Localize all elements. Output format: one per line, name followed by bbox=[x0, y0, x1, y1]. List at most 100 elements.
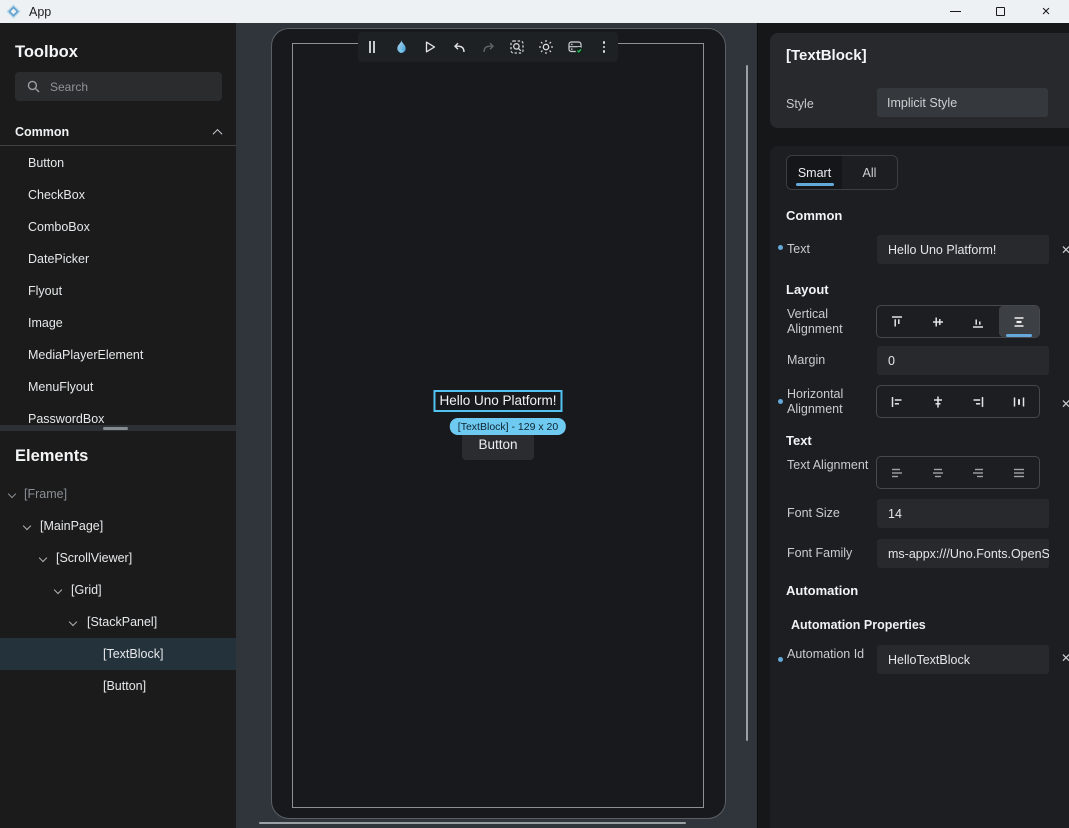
toolbox-item-checkbox[interactable]: CheckBox bbox=[0, 179, 236, 211]
theme-toggle-button[interactable] bbox=[538, 38, 555, 56]
toolbox-list: Button CheckBox ComboBox DatePicker Flyo… bbox=[0, 147, 236, 435]
section-text: Text bbox=[786, 433, 812, 448]
property-row-text: Text bbox=[770, 235, 1069, 264]
halign-stretch-button[interactable] bbox=[999, 386, 1040, 417]
halign-property-options-icon[interactable]: ✕ bbox=[1061, 397, 1069, 411]
toolbox-search[interactable] bbox=[15, 72, 222, 101]
font-family-input[interactable] bbox=[877, 539, 1049, 568]
toolbox-section-common[interactable]: Common bbox=[15, 123, 221, 141]
toolbox-item-menuflyout[interactable]: MenuFlyout bbox=[0, 371, 236, 403]
text-label: Text bbox=[787, 242, 871, 257]
margin-input[interactable] bbox=[877, 346, 1049, 375]
maximize-icon bbox=[996, 7, 1005, 16]
tree-node-frame[interactable]: [Frame] bbox=[0, 478, 236, 510]
window-title: App bbox=[29, 5, 51, 19]
valign-bottom-icon bbox=[970, 314, 986, 330]
theme-sun-icon bbox=[538, 39, 554, 55]
chevron-down-icon[interactable] bbox=[54, 586, 62, 594]
toolbox-scrollbar-thumb[interactable] bbox=[103, 427, 128, 430]
chevron-down-icon[interactable] bbox=[39, 554, 47, 562]
redo-button[interactable] bbox=[480, 38, 497, 56]
tree-node-grid[interactable]: [Grid] bbox=[0, 574, 236, 606]
selected-indicator bbox=[1006, 334, 1032, 337]
text-align-right-button[interactable] bbox=[958, 457, 999, 488]
properties-card: Smart All Common Text Layout Vertical Al… bbox=[770, 146, 1069, 828]
drag-handle[interactable] bbox=[364, 38, 381, 56]
elements-title: Elements bbox=[15, 447, 88, 466]
canvas-horizontal-scrollbar[interactable] bbox=[259, 822, 686, 824]
tab-smart[interactable]: Smart bbox=[787, 156, 842, 189]
hot-reload-flame-icon bbox=[394, 39, 409, 56]
inspect-icon bbox=[509, 39, 525, 55]
property-row-font-size: Font Size bbox=[770, 499, 1069, 528]
property-row-automation-id: Automation Id bbox=[770, 643, 1069, 672]
diagnostics-button[interactable] bbox=[567, 38, 584, 56]
property-row-horizontal-alignment: Horizontal Alignment bbox=[770, 385, 1069, 418]
style-input[interactable] bbox=[877, 88, 1048, 117]
valign-center-button[interactable] bbox=[918, 306, 959, 337]
halign-left-button[interactable] bbox=[877, 386, 918, 417]
selected-element-card: [TextBlock] Style bbox=[770, 33, 1069, 128]
inspect-button[interactable] bbox=[509, 38, 526, 56]
text-input[interactable] bbox=[877, 235, 1049, 264]
halign-center-icon bbox=[930, 394, 946, 410]
chevron-down-icon[interactable] bbox=[8, 490, 16, 498]
text-property-options-icon[interactable]: ✕ bbox=[1061, 243, 1069, 257]
text-align-center-button[interactable] bbox=[918, 457, 959, 488]
hot-reload-button[interactable] bbox=[393, 38, 410, 56]
font-size-label: Font Size bbox=[787, 506, 871, 521]
valign-bottom-button[interactable] bbox=[958, 306, 999, 337]
chevron-up-icon bbox=[213, 128, 223, 138]
property-tabs: Smart All bbox=[786, 155, 898, 190]
valign-stretch-button-selected[interactable] bbox=[999, 306, 1040, 337]
selection-size-badge: [TextBlock] - 129 x 20 bbox=[450, 418, 566, 435]
app-logo-icon bbox=[6, 4, 21, 19]
text-align-left-icon bbox=[889, 465, 905, 481]
minimize-button[interactable] bbox=[940, 0, 970, 23]
tree-node-stackpanel[interactable]: [StackPanel] bbox=[0, 606, 236, 638]
tree-node-textblock-selected[interactable]: [TextBlock] bbox=[0, 638, 236, 670]
maximize-button[interactable] bbox=[985, 0, 1015, 23]
font-size-input[interactable] bbox=[877, 499, 1049, 528]
halign-stretch-icon bbox=[1011, 394, 1027, 410]
undo-icon bbox=[452, 40, 467, 54]
text-align-left-button[interactable] bbox=[877, 457, 918, 488]
tab-all[interactable]: All bbox=[842, 156, 897, 189]
halign-center-button[interactable] bbox=[918, 386, 959, 417]
canvas-vertical-scrollbar[interactable] bbox=[746, 65, 748, 741]
horizontal-alignment-group bbox=[876, 385, 1040, 418]
section-common: Common bbox=[786, 208, 842, 223]
undo-button[interactable] bbox=[451, 38, 468, 56]
halign-right-icon bbox=[970, 394, 986, 410]
halign-right-button[interactable] bbox=[958, 386, 999, 417]
close-button[interactable]: × bbox=[1031, 0, 1061, 23]
automation-id-input[interactable] bbox=[877, 645, 1049, 674]
modified-dot-icon bbox=[778, 399, 783, 404]
diagnostics-check-icon bbox=[567, 39, 584, 55]
play-button[interactable] bbox=[422, 38, 439, 56]
toolbox-item-combobox[interactable]: ComboBox bbox=[0, 211, 236, 243]
tree-node-mainpage[interactable]: [MainPage] bbox=[0, 510, 236, 542]
canvas-textblock-selected[interactable]: Hello Uno Platform! bbox=[433, 390, 562, 412]
valign-top-button[interactable] bbox=[877, 306, 918, 337]
vertical-alignment-label: Vertical Alignment bbox=[787, 307, 871, 337]
search-input[interactable] bbox=[50, 80, 200, 94]
toolbox-item-flyout[interactable]: Flyout bbox=[0, 275, 236, 307]
tree-node-scrollviewer[interactable]: [ScrollViewer] bbox=[0, 542, 236, 574]
window-titlebar: App × bbox=[0, 0, 1069, 23]
toolbox-item-image[interactable]: Image bbox=[0, 307, 236, 339]
margin-label: Margin bbox=[787, 353, 871, 368]
more-options-button[interactable] bbox=[596, 38, 613, 56]
toolbox-item-button[interactable]: Button bbox=[0, 147, 236, 179]
toolbox-item-mediaplayerelement[interactable]: MediaPlayerElement bbox=[0, 339, 236, 371]
more-icon bbox=[603, 41, 605, 53]
tree-node-button[interactable]: [Button] bbox=[0, 670, 236, 702]
text-align-right-icon bbox=[970, 465, 986, 481]
text-align-justify-button[interactable] bbox=[999, 457, 1040, 488]
automationid-property-options-icon[interactable]: ✕ bbox=[1061, 651, 1069, 665]
toolbox-item-datepicker[interactable]: DatePicker bbox=[0, 243, 236, 275]
style-label: Style bbox=[786, 97, 814, 111]
chevron-down-icon[interactable] bbox=[23, 522, 31, 530]
section-layout: Layout bbox=[786, 282, 829, 297]
chevron-down-icon[interactable] bbox=[69, 618, 77, 626]
